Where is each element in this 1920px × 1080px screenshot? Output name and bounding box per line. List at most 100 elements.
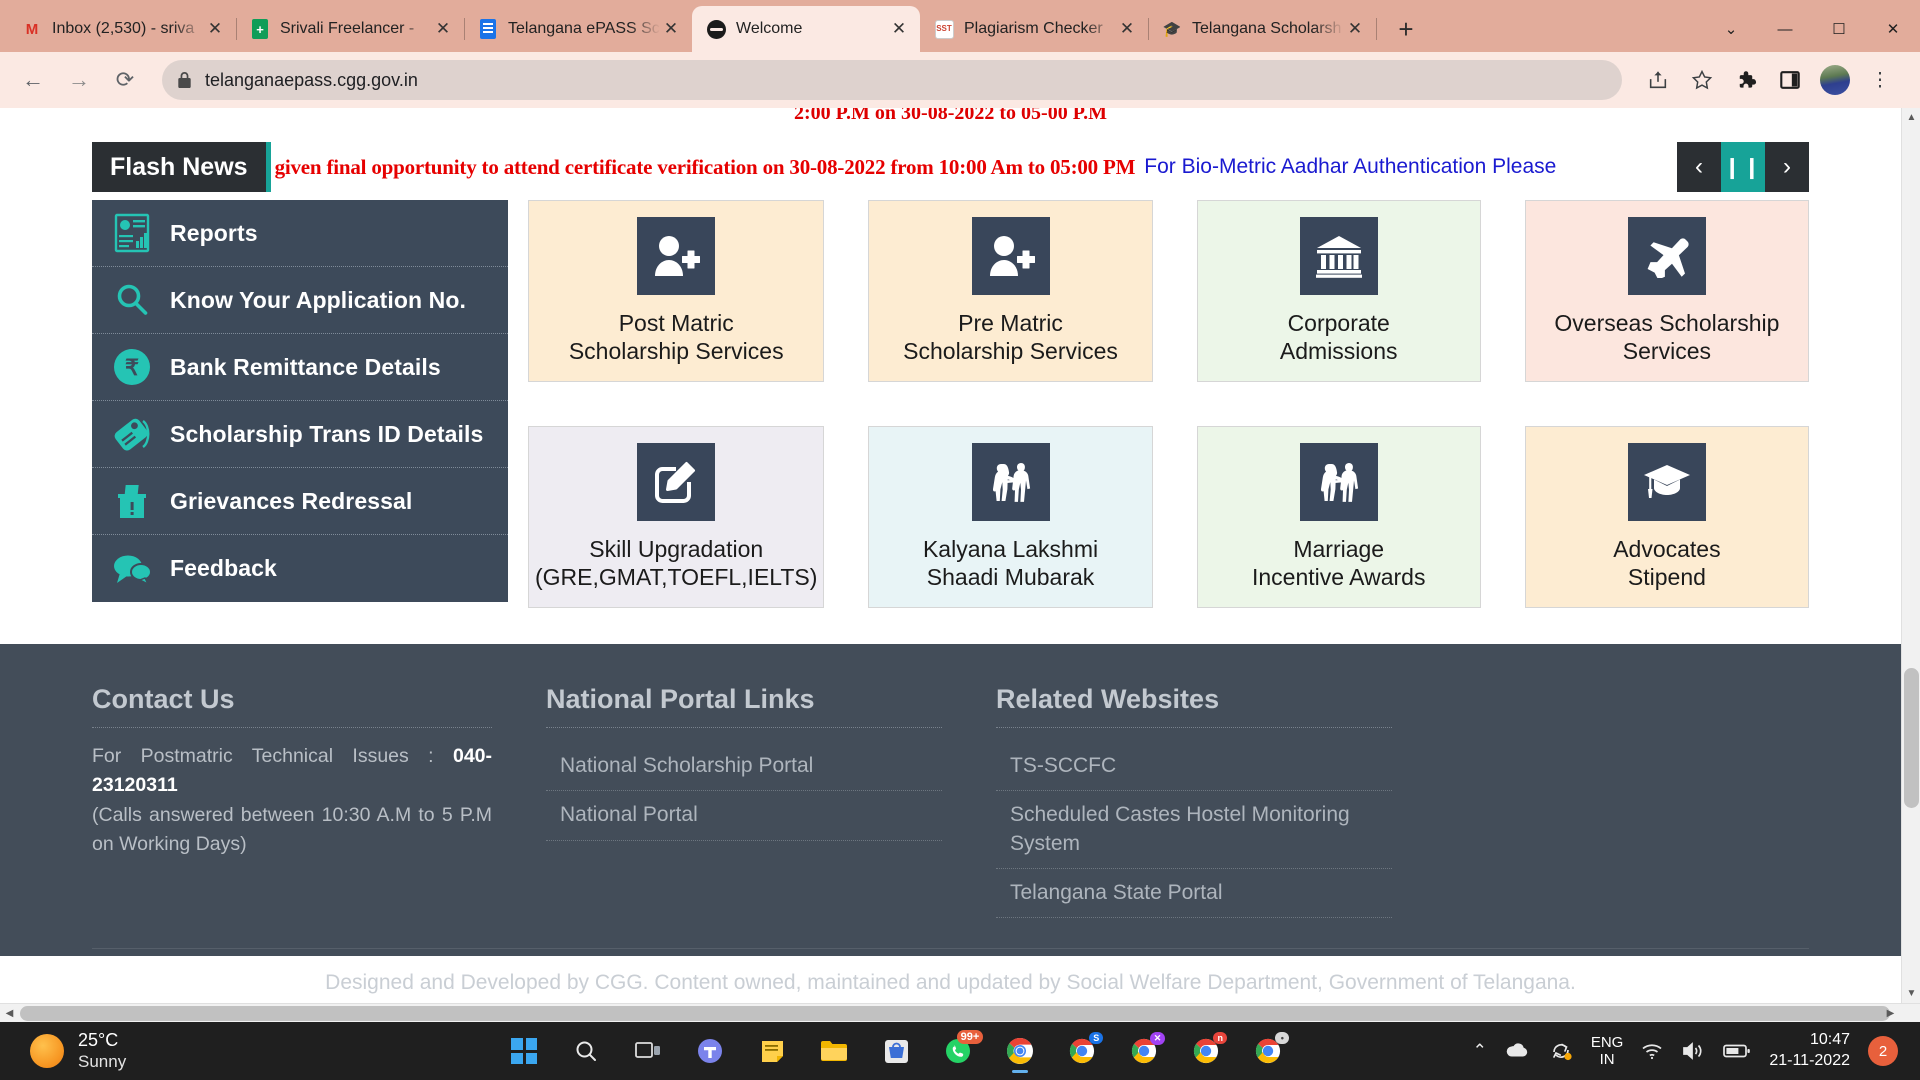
chat-bubbles-icon <box>110 553 154 585</box>
teams-button[interactable] <box>687 1028 733 1074</box>
profile-avatar[interactable] <box>1820 65 1850 95</box>
browser-tab-gmail[interactable]: M Inbox (2,530) - sriva ✕ <box>8 6 237 52</box>
show-hidden-icons-button[interactable]: ⌃ <box>1473 1041 1487 1061</box>
battery-icon[interactable] <box>1723 1043 1751 1059</box>
globe-icon <box>706 19 726 39</box>
chrome-window-3[interactable]: ✕ <box>1121 1028 1167 1074</box>
wifi-icon[interactable] <box>1641 1042 1663 1060</box>
service-card-post-matric[interactable]: Post Matric Scholarship Services <box>528 200 825 382</box>
sidebar-item-know-application-no[interactable]: Know Your Application No. <box>92 267 508 334</box>
whatsapp-button[interactable]: 99+ <box>935 1028 984 1074</box>
close-tab-icon[interactable]: ✕ <box>888 18 910 40</box>
url-text: telanganaepass.cgg.gov.in <box>205 69 418 90</box>
footer-link[interactable]: TS-SCCFC <box>996 742 1392 792</box>
window-controls: ⌄ — ☐ ✕ <box>1704 6 1920 52</box>
edit-square-icon <box>637 442 716 521</box>
new-tab-button[interactable]: + <box>1386 9 1426 49</box>
browser-tab-sheets[interactable]: + Srivali Freelancer - ✕ <box>236 6 465 52</box>
sst-icon: SST <box>934 19 954 39</box>
minimize-button[interactable]: — <box>1758 7 1812 51</box>
divider <box>996 727 1392 728</box>
sticky-notes-button[interactable] <box>749 1028 795 1074</box>
extensions-puzzle-icon[interactable] <box>1726 60 1766 100</box>
tab-separator <box>1376 18 1377 40</box>
chrome-window-2[interactable]: S <box>1059 1028 1105 1074</box>
footer-link[interactable]: Telangana State Portal <box>996 869 1392 919</box>
scroll-right-arrow[interactable]: ▶ <box>1881 1004 1900 1023</box>
task-view-button[interactable] <box>625 1028 671 1074</box>
browser-toolbar: ← → ⟳ telanganaepass.cgg.gov.in ⋮ <box>0 52 1920 108</box>
flash-prev-button[interactable]: ‹ <box>1677 142 1721 192</box>
maximize-button[interactable]: ☐ <box>1812 7 1866 51</box>
service-card-overseas-scholarship[interactable]: Overseas Scholarship Services <box>1524 200 1809 382</box>
chrome-window-5[interactable]: • <box>1245 1028 1291 1074</box>
close-tab-icon[interactable]: ✕ <box>432 18 454 40</box>
browser-tab-scholarship[interactable]: 🎓 Telangana Scholarsh ✕ <box>1148 6 1377 52</box>
back-button[interactable]: ← <box>14 61 52 99</box>
services-grid: Post Matric Scholarship Services Pre Matr… <box>528 200 1809 608</box>
report-document-icon <box>110 213 154 253</box>
weather-widget[interactable]: 25°C Sunny <box>0 1030 320 1072</box>
close-tab-icon[interactable]: ✕ <box>1344 18 1366 40</box>
sidebar-item-reports[interactable]: Reports <box>92 200 508 267</box>
horizontal-scroll-thumb[interactable] <box>20 1006 1890 1021</box>
site-footer: Contact Us For Postmatric Technical Issu… <box>0 644 1901 994</box>
chrome-menu-icon[interactable]: ⋮ <box>1860 60 1900 100</box>
tab-title: Telangana ePASS Sc <box>508 20 660 37</box>
chrome-badge-s: S <box>1089 1032 1104 1044</box>
reload-button[interactable]: ⟳ <box>106 61 144 99</box>
language-indicator[interactable]: ENG IN <box>1591 1034 1624 1069</box>
scroll-up-arrow[interactable]: ▲ <box>1902 108 1920 127</box>
notification-badge[interactable]: 2 <box>1868 1036 1898 1066</box>
footer-link[interactable]: Scheduled Castes Hostel Monitoring Syste… <box>996 791 1392 870</box>
taskbar-clock[interactable]: 10:47 21-11-2022 <box>1769 1030 1850 1072</box>
chrome-button-active[interactable] <box>997 1028 1043 1074</box>
file-explorer-button[interactable] <box>811 1028 857 1074</box>
share-icon[interactable] <box>1638 60 1678 100</box>
sidebar-item-scholarship-trans-id[interactable]: Scholarship Trans ID Details <box>92 401 508 468</box>
browser-tab-plagiarism[interactable]: SST Plagiarism Checker ✕ <box>920 6 1149 52</box>
address-bar[interactable]: telanganaepass.cgg.gov.in <box>162 60 1622 100</box>
microsoft-store-button[interactable] <box>873 1028 919 1074</box>
flash-next-button[interactable]: › <box>1765 142 1809 192</box>
footer-link[interactable]: National Portal <box>546 791 942 841</box>
close-tab-icon[interactable]: ✕ <box>1116 18 1138 40</box>
onedrive-icon[interactable] <box>1505 1042 1531 1060</box>
start-button[interactable] <box>501 1028 547 1074</box>
chrome-window-4[interactable]: n <box>1183 1028 1229 1074</box>
footer-link[interactable]: National Scholarship Portal <box>546 742 942 792</box>
close-tab-icon[interactable]: ✕ <box>660 18 682 40</box>
sidebar-item-feedback[interactable]: Feedback <box>92 535 508 602</box>
service-card-advocates-stipend[interactable]: Advocates Stipend <box>1524 426 1809 608</box>
side-panel-icon[interactable] <box>1770 60 1810 100</box>
browser-tab-welcome[interactable]: Welcome ✕ <box>692 6 920 52</box>
bookmark-star-icon[interactable] <box>1682 60 1722 100</box>
service-card-label: Post Matric Scholarship Services <box>568 309 784 364</box>
search-button[interactable] <box>563 1028 609 1074</box>
horizontal-scrollbar[interactable]: ◀ ▶ <box>0 1003 1920 1022</box>
footer-heading: National Portal Links <box>546 684 815 714</box>
service-card-kalyana-lakshmi[interactable]: Kalyana Lakshmi Shaadi Mubarak <box>868 426 1153 608</box>
weather-description: Sunny <box>78 1051 127 1071</box>
sidebar-item-bank-remittance[interactable]: ₹ Bank Remittance Details <box>92 334 508 401</box>
close-tab-icon[interactable]: ✕ <box>204 18 226 40</box>
tab-search-button[interactable]: ⌄ <box>1704 7 1758 51</box>
vertical-scrollbar[interactable]: ▲ ▼ <box>1901 108 1920 1003</box>
service-card-skill-upgradation[interactable]: Skill Upgradation (GRE,GMAT,TOEFL,IELTS) <box>528 426 825 608</box>
flash-pause-button[interactable]: ❙❙ <box>1721 142 1765 192</box>
tag-icon <box>110 415 154 453</box>
scroll-left-arrow[interactable]: ◀ <box>0 1004 19 1023</box>
service-card-marriage-incentive[interactable]: Marriage Incentive Awards <box>1196 426 1481 608</box>
sidebar-item-grievances-redressal[interactable]: Grievances Redressal <box>92 468 508 535</box>
service-card-corporate-admissions[interactable]: Corporate Admissions <box>1196 200 1481 382</box>
sidebar-item-label: Feedback <box>170 555 277 581</box>
browser-tab-epass[interactable]: Telangana ePASS Sc ✕ <box>464 6 692 52</box>
forward-button[interactable]: → <box>60 61 98 99</box>
browser-window: M Inbox (2,530) - sriva ✕ + Srivali Free… <box>0 0 1920 1022</box>
scroll-down-arrow[interactable]: ▼ <box>1902 984 1920 1003</box>
sync-icon[interactable] <box>1549 1040 1573 1062</box>
service-card-pre-matric[interactable]: Pre Matric Scholarship Services <box>868 200 1153 382</box>
volume-icon[interactable] <box>1681 1041 1705 1061</box>
close-window-button[interactable]: ✕ <box>1866 7 1920 51</box>
vertical-scroll-thumb[interactable] <box>1904 668 1919 808</box>
